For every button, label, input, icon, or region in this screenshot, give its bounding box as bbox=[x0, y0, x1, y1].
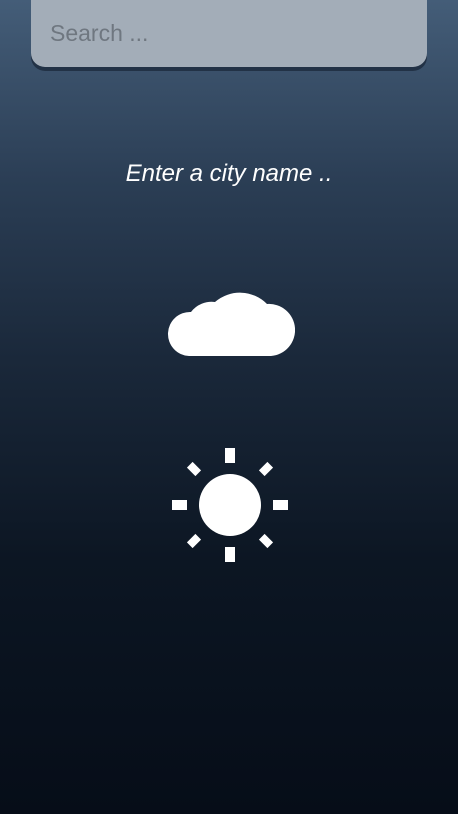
search-input[interactable] bbox=[31, 0, 427, 67]
sun-icon bbox=[170, 446, 290, 564]
cloud-icon bbox=[163, 268, 296, 360]
city-prompt: Enter a city name .. bbox=[125, 160, 333, 187]
search-bar bbox=[31, 0, 427, 67]
